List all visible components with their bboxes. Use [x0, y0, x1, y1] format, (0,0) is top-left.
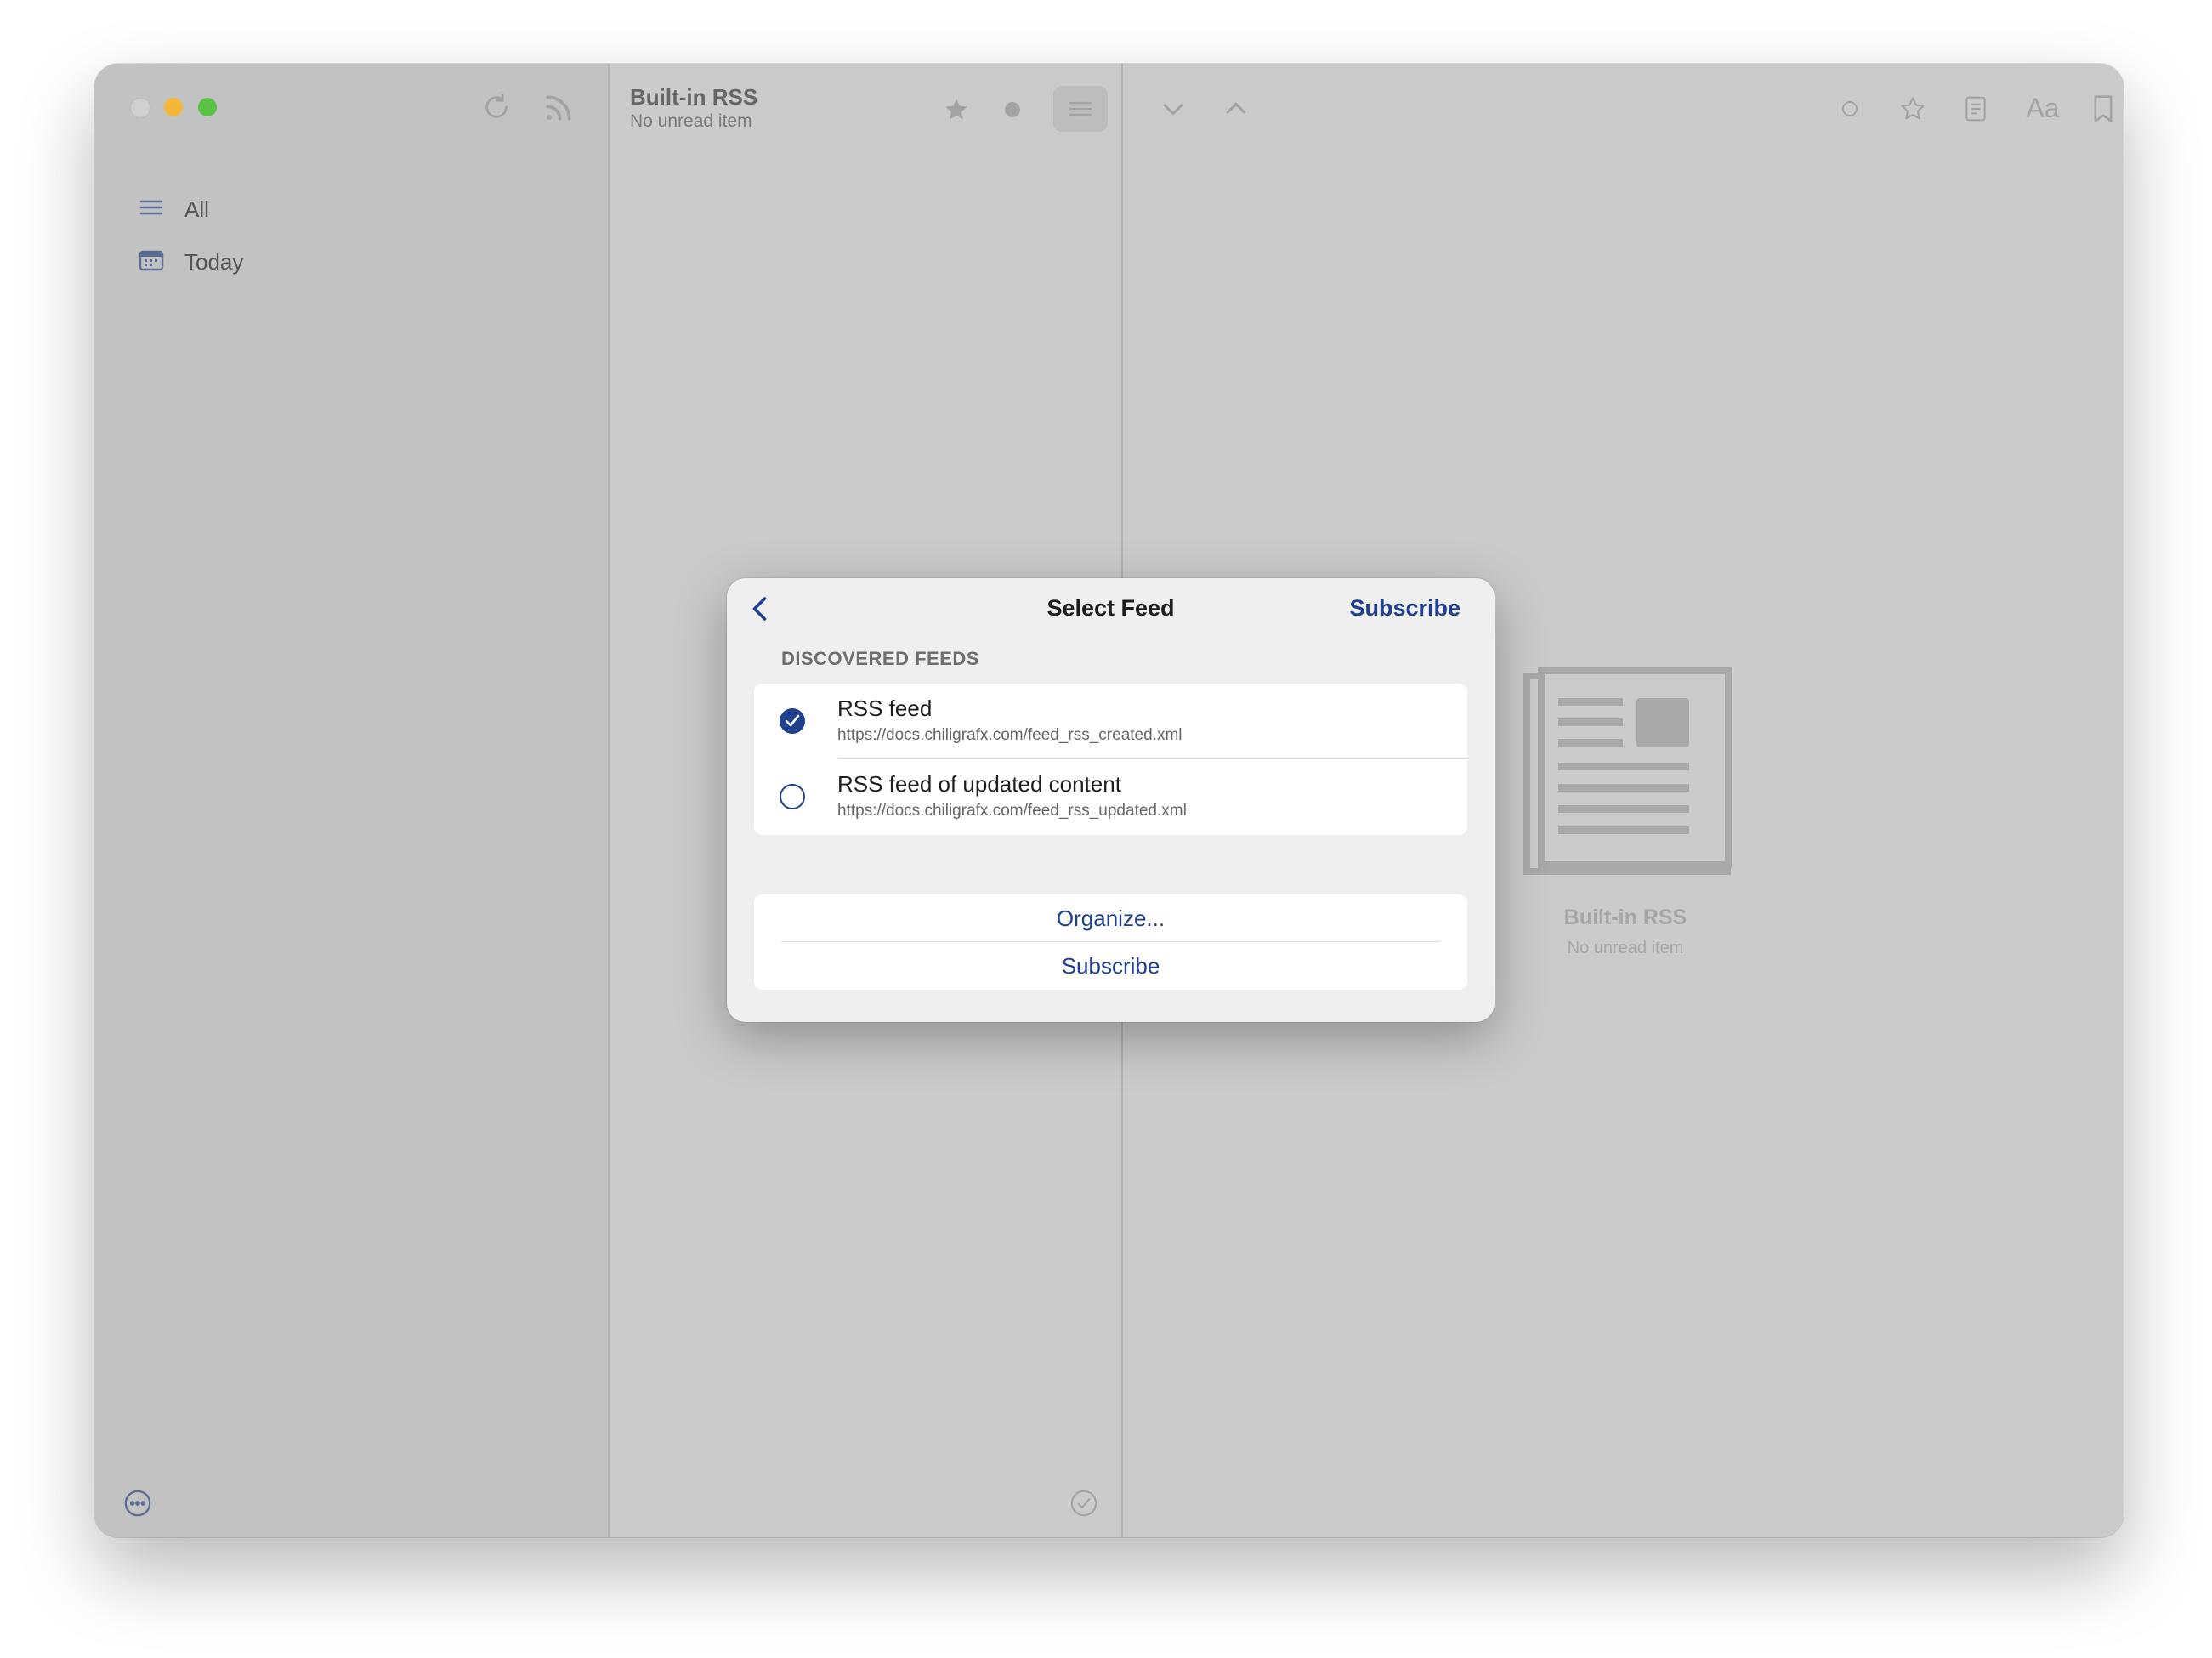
minimize-window-button[interactable] — [164, 98, 183, 116]
radio-unchecked-icon[interactable] — [780, 784, 805, 809]
feed-title: Built-in RSS — [630, 84, 758, 110]
sidebar-item-label: Today — [184, 249, 244, 275]
sidebar: All Today — [94, 64, 610, 1537]
newspaper-icon — [1523, 667, 1732, 881]
select-feed-dialog: Select Feed Subscribe DISCOVERED FEEDS R… — [727, 578, 1495, 1022]
rss-icon[interactable] — [542, 91, 576, 125]
action-list: Organize... Subscribe — [754, 894, 1467, 990]
star-filled-icon[interactable] — [941, 94, 972, 125]
sidebar-item-all[interactable]: All — [139, 196, 209, 223]
star-icon[interactable] — [1897, 93, 1929, 125]
feed-name: RSS feed — [837, 696, 933, 721]
section-header: DISCOVERED FEEDS — [781, 648, 979, 669]
list-icon[interactable] — [1053, 86, 1108, 132]
maximize-window-button[interactable] — [198, 98, 217, 116]
feed-subtitle: No unread item — [630, 111, 752, 131]
sidebar-item-label: All — [184, 196, 209, 222]
feed-name: RSS feed of updated content — [837, 771, 1121, 797]
list-icon — [139, 197, 164, 222]
circle-icon[interactable] — [1837, 96, 1863, 122]
check-circle-icon[interactable] — [1069, 1488, 1099, 1519]
subscribe-button[interactable]: Subscribe — [754, 942, 1467, 990]
dot-filled-icon[interactable] — [1001, 98, 1024, 122]
close-window-button[interactable] — [130, 98, 150, 118]
sidebar-item-today[interactable]: Today — [139, 249, 243, 275]
refresh-icon[interactable] — [480, 91, 513, 123]
feed-url: https://docs.chiligrafx.com/feed_rss_upd… — [837, 802, 1187, 820]
feed-list: RSS feed https://docs.chiligrafx.com/fee… — [754, 684, 1467, 835]
feed-url: https://docs.chiligrafx.com/feed_rss_cre… — [837, 726, 1183, 744]
calendar-icon — [139, 249, 164, 275]
organize-button[interactable]: Organize... — [754, 894, 1467, 942]
chevron-up-icon[interactable] — [1220, 93, 1252, 125]
placeholder-subtitle: No unread item — [1567, 939, 1684, 957]
feed-option[interactable]: RSS feed https://docs.chiligrafx.com/fee… — [754, 684, 1467, 759]
text-size-icon[interactable]: Aa — [2019, 89, 2067, 127]
more-icon[interactable] — [122, 1488, 153, 1519]
placeholder-title: Built-in RSS — [1563, 906, 1687, 929]
radio-checked-icon[interactable] — [780, 708, 805, 734]
bookmark-icon[interactable] — [2087, 93, 2119, 125]
feed-option[interactable]: RSS feed of updated content https://docs… — [754, 759, 1467, 835]
subscribe-header-button[interactable]: Subscribe — [1349, 595, 1460, 622]
document-icon[interactable] — [1960, 93, 1992, 125]
chevron-down-icon[interactable] — [1157, 93, 1189, 125]
